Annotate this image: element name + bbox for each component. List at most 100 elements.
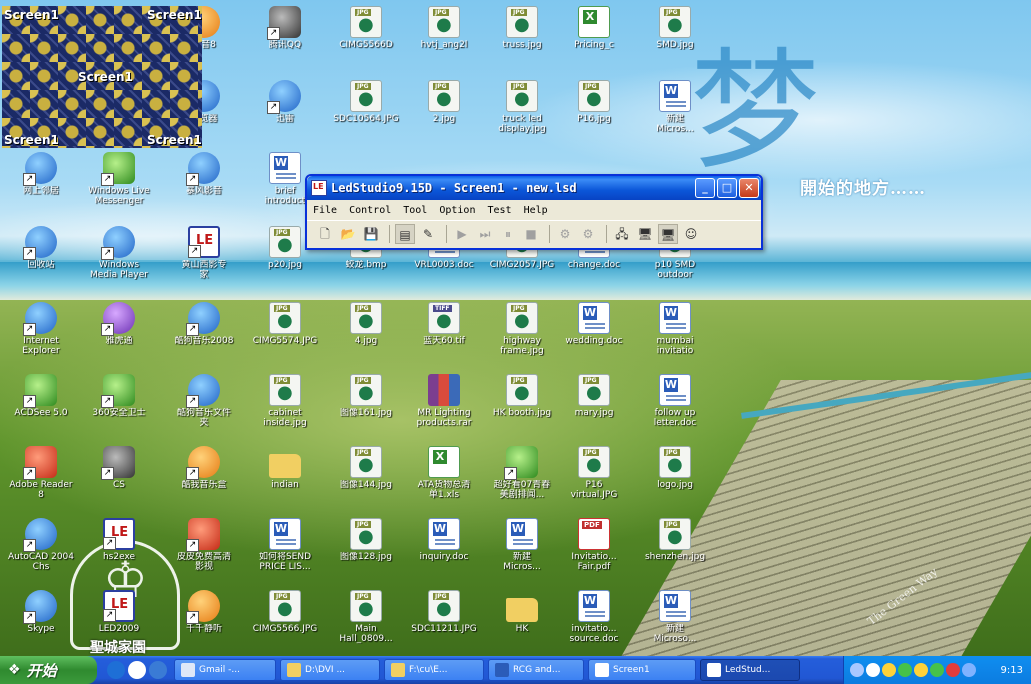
desktop-icon[interactable]: 回收站 xyxy=(2,226,80,270)
desktop-icon[interactable]: AutoCAD 2004 Chs xyxy=(2,518,80,572)
taskbar-item[interactable]: RCG and... xyxy=(488,659,584,681)
desktop-icon[interactable]: ACDSee 5.0 xyxy=(2,374,80,418)
desktop-icon[interactable]: 如何将SEND PRICE LIS... xyxy=(246,518,324,572)
desktop-icon[interactable]: 蓝天60.tif xyxy=(405,302,483,346)
desktop-icon[interactable]: 新建 Micros... xyxy=(483,518,561,572)
desktop-icon[interactable]: 腾讯QQ xyxy=(246,6,324,50)
desktop-icon[interactable]: logo.jpg xyxy=(636,446,714,490)
desktop-icon[interactable]: Windows Live Messenger xyxy=(80,152,158,206)
desktop-icon[interactable]: follow up letter.doc xyxy=(636,374,714,428)
desktop-icon[interactable]: CIMG5574.JPG xyxy=(246,302,324,346)
smiley-icon[interactable]: ☺ xyxy=(681,224,701,244)
desktop-icon[interactable]: 网上邻居 xyxy=(2,152,80,196)
qq-icon[interactable] xyxy=(882,663,896,677)
desktop-icon[interactable]: Adobe Reader 8 xyxy=(2,446,80,500)
smiley-icon[interactable] xyxy=(914,663,928,677)
desktop-icon[interactable]: 暴风影音 xyxy=(165,152,243,196)
desktop-icon[interactable]: MR Lighting products.rar xyxy=(405,374,483,428)
desktop-icon[interactable]: 酷狗音乐文件 夹 xyxy=(165,374,243,428)
menu-test[interactable]: Test xyxy=(487,205,511,216)
messenger-icon[interactable] xyxy=(898,663,912,677)
close-button[interactable]: ✕ xyxy=(739,178,759,198)
desktop-icon[interactable]: mary.jpg xyxy=(555,374,633,418)
media-icon[interactable] xyxy=(128,661,146,679)
start-button[interactable]: ❖ 开始 xyxy=(0,656,97,684)
desktop-icon[interactable]: 千千静听 xyxy=(165,590,243,634)
screen1-preview[interactable]: Screen1 Screen1 Screen1 Screen1 Screen1 xyxy=(2,6,202,148)
volume-icon[interactable] xyxy=(866,663,880,677)
magic-wand-icon[interactable]: ✎ xyxy=(418,224,438,244)
ledstudio-window[interactable]: LedStudio9.15D - Screen1 - new.lsd _ □ ✕… xyxy=(305,174,763,250)
desktop-icon[interactable]: 图像144.jpg xyxy=(327,446,405,490)
network-icon[interactable] xyxy=(850,663,864,677)
desktop-icon[interactable]: 2.jpg xyxy=(405,80,483,124)
minimize-button[interactable]: _ xyxy=(695,178,715,198)
desktop-icon[interactable]: 4.jpg xyxy=(327,302,405,346)
desktop-icon[interactable]: 雅虎通 xyxy=(80,302,158,346)
desktop-icon[interactable]: ATA货物总清 单1.xls xyxy=(405,446,483,500)
desktop-icon[interactable]: inquiry.doc xyxy=(405,518,483,562)
desktop-icon[interactable]: truss.jpg xyxy=(483,6,561,50)
desktop-icon[interactable]: Pricing_c xyxy=(555,6,633,50)
desktop-icon[interactable]: hs2exe xyxy=(80,518,158,562)
menu-tool[interactable]: Tool xyxy=(403,205,427,216)
desktop-icon[interactable]: SDC11211.JPG xyxy=(405,590,483,634)
desktop-icon[interactable]: Internet Explorer xyxy=(2,302,80,356)
desktop-icon[interactable]: wedding.doc xyxy=(555,302,633,346)
monitor-active-icon[interactable]: 🖥 xyxy=(658,223,678,244)
desktop-icon[interactable]: Invitatio... Fair.pdf xyxy=(555,518,633,572)
desktop-icon[interactable]: Windows Media Player xyxy=(80,226,158,280)
monitor-red-icon[interactable]: 🖥 xyxy=(635,224,655,244)
menu-control[interactable]: Control xyxy=(349,205,391,216)
desktop-icon[interactable]: 皮皮免费高清 影视 xyxy=(165,518,243,572)
desktop-icon[interactable]: HK xyxy=(483,590,561,634)
desktop-icon[interactable]: 酷狗音乐2008 xyxy=(165,302,243,346)
new-file-icon[interactable]: 🗋 xyxy=(315,224,335,244)
desktop-icon[interactable]: P16 virtual.JPG xyxy=(555,446,633,500)
desktop-icon[interactable]: SMD.jpg xyxy=(636,6,714,50)
desktop-icon[interactable]: 酷我音乐盒 xyxy=(165,446,243,490)
antivirus-icon[interactable] xyxy=(930,663,944,677)
menu-help[interactable]: Help xyxy=(524,205,548,216)
clock[interactable]: 9:13 xyxy=(1001,665,1023,676)
window-title-bar[interactable]: LedStudio9.15D - Screen1 - new.lsd _ □ ✕ xyxy=(307,176,761,200)
desktop-icon[interactable]: highway frame.jpg xyxy=(483,302,561,356)
taskbar-item[interactable]: LedStud... xyxy=(700,659,800,681)
k-icon[interactable] xyxy=(946,663,960,677)
open-folder-icon[interactable]: 📂 xyxy=(338,224,358,244)
taskbar-item[interactable]: D:\DVI ... xyxy=(280,659,380,681)
browser-icon[interactable] xyxy=(149,661,167,679)
desktop-icon[interactable]: hvtj_ang2l xyxy=(405,6,483,50)
desktop-icon[interactable]: 新建 Microso... xyxy=(636,590,714,644)
menu-file[interactable]: File xyxy=(313,205,337,216)
taskbar-item[interactable]: Screen1 xyxy=(588,659,696,681)
save-icon[interactable]: 💾 xyxy=(361,224,381,244)
desktop-icon[interactable]: 新建 Micros... xyxy=(636,80,714,134)
desktop-icon[interactable]: 图像161.jpg xyxy=(327,374,405,418)
desktop-icon[interactable]: mumbai invitatio xyxy=(636,302,714,356)
taskbar-item[interactable]: F:\cu\E... xyxy=(384,659,484,681)
desktop-icon[interactable]: P16.jpg xyxy=(555,80,633,124)
screen-icon[interactable]: ▤ xyxy=(395,223,415,244)
desktop-icon[interactable]: invitatio... source.doc xyxy=(555,590,633,644)
desktop-icon[interactable]: SDC10564.JPG xyxy=(327,80,405,124)
desktop-icon[interactable]: CS xyxy=(80,446,158,490)
desktop-icon[interactable]: 超好看07青春 美剧排闻... xyxy=(483,446,561,500)
desktop-icon[interactable]: 360安全卫士 xyxy=(80,374,158,418)
ie-icon[interactable] xyxy=(107,661,125,679)
desktop-icon[interactable]: truck led display.jpg xyxy=(483,80,561,134)
desktop-icon[interactable]: HK booth.jpg xyxy=(483,374,561,418)
ledstudio-icon[interactable] xyxy=(311,180,327,196)
desktop-icon[interactable]: 迅雷 xyxy=(246,80,324,124)
menu-option[interactable]: Option xyxy=(439,205,475,216)
desktop-icon[interactable]: 黄山西影专 家 xyxy=(165,226,243,280)
desktop-icon[interactable]: LED2009 xyxy=(80,590,158,634)
network-icon[interactable]: 🖧 xyxy=(612,224,632,244)
desktop-icon[interactable]: 图像128.jpg xyxy=(327,518,405,562)
desktop-icon[interactable]: CIMG5566.JPG xyxy=(246,590,324,634)
desktop-icon[interactable]: CIMG5566D xyxy=(327,6,405,50)
desktop-icon[interactable]: cabinet inside.jpg xyxy=(246,374,324,428)
taskbar-item[interactable]: Gmail -... xyxy=(174,659,276,681)
display-icon[interactable] xyxy=(962,663,976,677)
maximize-button[interactable]: □ xyxy=(717,178,737,198)
